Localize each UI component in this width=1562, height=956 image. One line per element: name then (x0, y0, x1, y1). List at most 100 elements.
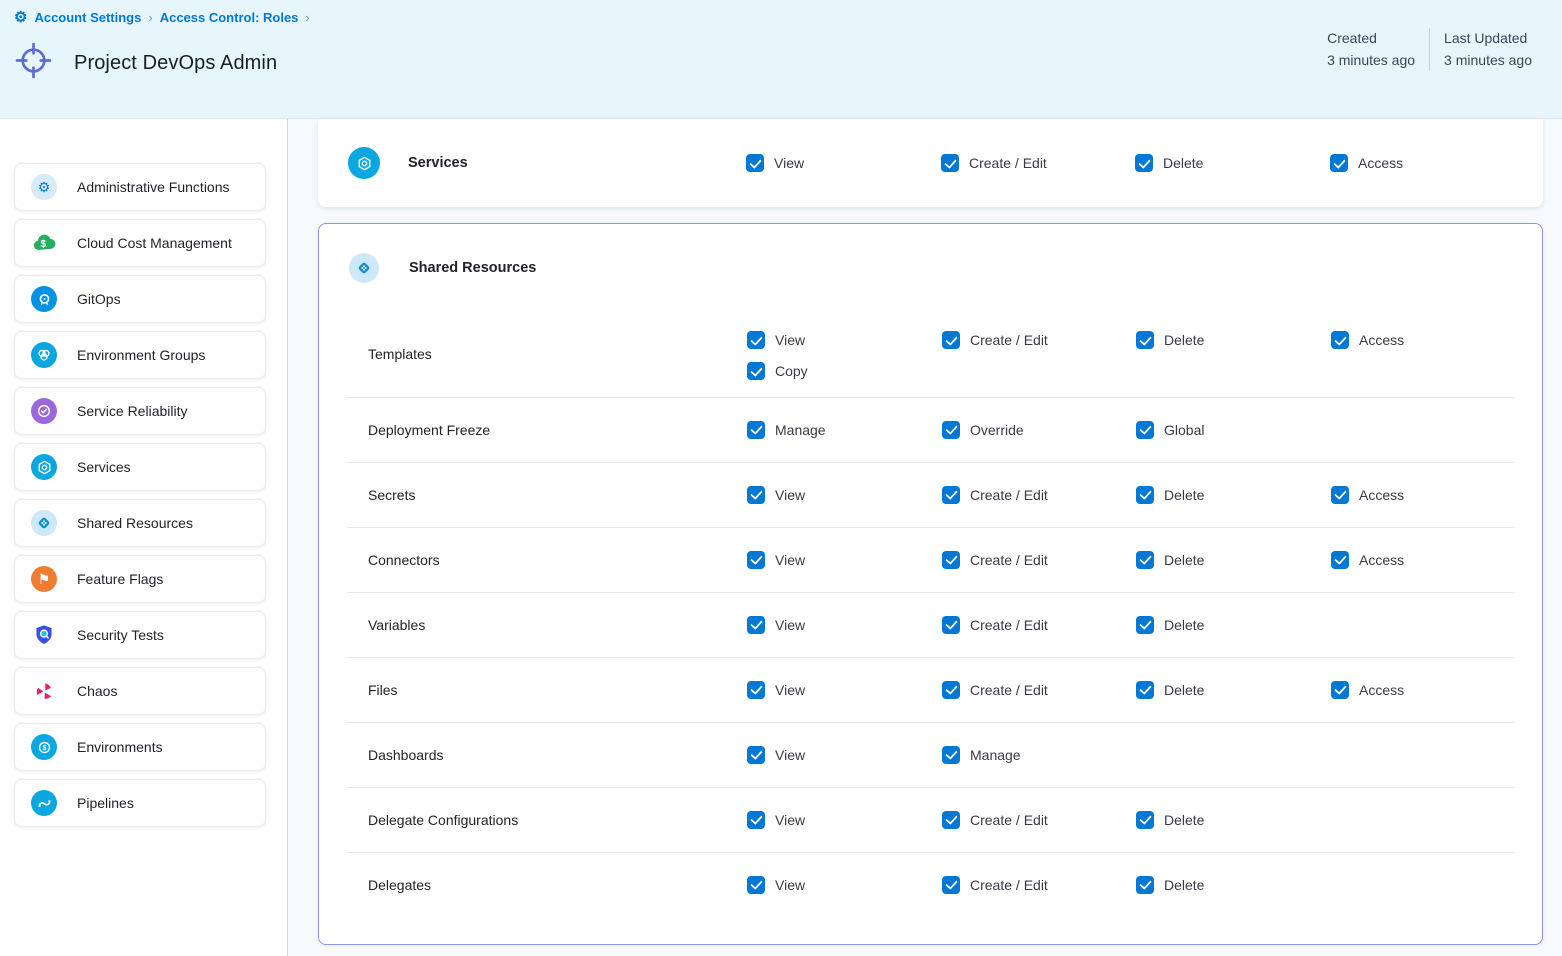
checked-checkbox-icon[interactable] (747, 681, 765, 699)
checked-checkbox-icon[interactable] (1331, 486, 1349, 504)
checked-checkbox-icon[interactable] (1331, 681, 1349, 699)
sidebar-item-chaos[interactable]: Chaos (14, 667, 266, 715)
checked-checkbox-icon[interactable] (942, 876, 960, 894)
cloud-dollar-icon: $ (31, 230, 57, 256)
sidebar-item-gitops[interactable]: GitOps (14, 275, 266, 323)
permission-cell: Delete (1136, 657, 1204, 722)
permission-checkbox-delete[interactable]: Delete (1136, 331, 1204, 349)
permission-label: Access (1359, 332, 1404, 348)
permission-checkbox-global[interactable]: Global (1136, 421, 1204, 439)
checked-checkbox-icon[interactable] (1136, 681, 1154, 699)
permission-label: Create / Edit (970, 617, 1048, 633)
permission-checkbox-override[interactable]: Override (942, 421, 1024, 439)
sidebar-item-services[interactable]: Services (14, 443, 266, 491)
checked-checkbox-icon[interactable] (747, 876, 765, 894)
sidebar-item-environments[interactable]: $Environments (14, 723, 266, 771)
sidebar-item-cloud-cost-management[interactable]: $Cloud Cost Management (14, 219, 266, 267)
checked-checkbox-icon[interactable] (747, 746, 765, 764)
permission-checkbox-manage[interactable]: Manage (942, 746, 1021, 764)
checked-checkbox-icon[interactable] (746, 154, 764, 172)
permission-checkbox-view[interactable]: View (747, 486, 805, 504)
permission-cell: Access (1331, 657, 1404, 722)
permission-checkbox-delete[interactable]: Delete (1135, 154, 1203, 172)
permission-checkbox-delete[interactable]: Delete (1136, 681, 1204, 699)
checked-checkbox-icon[interactable] (1136, 551, 1154, 569)
breadcrumb-access-control-roles[interactable]: Access Control: Roles (160, 10, 299, 25)
permissions-panel: Services ViewCreate / EditDeleteAccess S… (289, 119, 1562, 956)
checked-checkbox-icon[interactable] (747, 421, 765, 439)
resource-row-dashboards: DashboardsViewManage (319, 722, 1542, 787)
sidebar-item-security-tests[interactable]: Security Tests (14, 611, 266, 659)
permission-checkbox-view[interactable]: View (747, 616, 805, 634)
permission-label: Delete (1164, 877, 1204, 893)
sidebar-item-feature-flags[interactable]: ⚑Feature Flags (14, 555, 266, 603)
shared-resources-icon (349, 253, 379, 283)
checked-checkbox-icon[interactable] (747, 551, 765, 569)
breadcrumb-account-settings[interactable]: Account Settings (34, 10, 141, 25)
checked-checkbox-icon[interactable] (1136, 811, 1154, 829)
checked-checkbox-icon[interactable] (942, 681, 960, 699)
checked-checkbox-icon[interactable] (1135, 154, 1153, 172)
checked-checkbox-icon[interactable] (747, 362, 765, 380)
permission-checkbox-view[interactable]: View (747, 331, 808, 349)
permission-checkbox-view[interactable]: View (747, 876, 805, 894)
permission-cell: Delete (1136, 527, 1204, 592)
permission-checkbox-manage[interactable]: Manage (747, 421, 826, 439)
sidebar-item-service-reliability[interactable]: Service Reliability (14, 387, 266, 435)
permission-checkbox-delete[interactable]: Delete (1136, 876, 1204, 894)
services-hexagon-icon (31, 454, 57, 480)
sidebar-item-label: Environment Groups (77, 347, 205, 363)
checked-checkbox-icon[interactable] (1136, 331, 1154, 349)
checked-checkbox-icon[interactable] (747, 331, 765, 349)
permission-cell: Create / Edit (942, 787, 1048, 852)
checked-checkbox-icon[interactable] (942, 746, 960, 764)
permission-checkbox-access[interactable]: Access (1331, 486, 1404, 504)
sidebar-item-pipelines[interactable]: Pipelines (14, 779, 266, 827)
permission-checkbox-create-edit[interactable]: Create / Edit (942, 486, 1048, 504)
sidebar-item-environment-groups[interactable]: Environment Groups (14, 331, 266, 379)
checked-checkbox-icon[interactable] (942, 551, 960, 569)
permission-checkbox-view[interactable]: View (747, 681, 805, 699)
checked-checkbox-icon[interactable] (747, 486, 765, 504)
permission-checkbox-delete[interactable]: Delete (1136, 616, 1204, 634)
checked-checkbox-icon[interactable] (1331, 551, 1349, 569)
permission-checkbox-access[interactable]: Access (1330, 154, 1403, 172)
permission-checkbox-create-edit[interactable]: Create / Edit (942, 331, 1048, 349)
permission-checkbox-delete[interactable]: Delete (1136, 486, 1204, 504)
permission-checkbox-delete[interactable]: Delete (1136, 551, 1204, 569)
permission-checkbox-create-edit[interactable]: Create / Edit (942, 616, 1048, 634)
permission-checkbox-access[interactable]: Access (1331, 681, 1404, 699)
checked-checkbox-icon[interactable] (942, 616, 960, 634)
sidebar-item-shared-resources[interactable]: Shared Resources (14, 499, 266, 547)
sidebar-item-administrative-functions[interactable]: ⚙Administrative Functions (14, 163, 266, 211)
checked-checkbox-icon[interactable] (1136, 421, 1154, 439)
permission-checkbox-access[interactable]: Access (1331, 551, 1404, 569)
permission-checkbox-create-edit[interactable]: Create / Edit (942, 876, 1048, 894)
checked-checkbox-icon[interactable] (942, 421, 960, 439)
checked-checkbox-icon[interactable] (747, 616, 765, 634)
checked-checkbox-icon[interactable] (1136, 616, 1154, 634)
permission-checkbox-create-edit[interactable]: Create / Edit (942, 551, 1048, 569)
permission-checkbox-view[interactable]: View (747, 551, 805, 569)
checked-checkbox-icon[interactable] (942, 486, 960, 504)
permission-checkbox-create-edit[interactable]: Create / Edit (942, 681, 1048, 699)
checked-checkbox-icon[interactable] (1136, 486, 1154, 504)
services-section-title: Services (408, 155, 468, 171)
checked-checkbox-icon[interactable] (942, 811, 960, 829)
permission-checkbox-access[interactable]: Access (1331, 331, 1404, 349)
permission-label: View (775, 812, 805, 828)
permission-checkbox-delete[interactable]: Delete (1136, 811, 1204, 829)
permission-label: View (775, 682, 805, 698)
checked-checkbox-icon[interactable] (747, 811, 765, 829)
permission-checkbox-copy[interactable]: Copy (747, 362, 808, 380)
permission-checkbox-view[interactable]: View (746, 154, 804, 172)
permission-checkbox-view[interactable]: View (747, 746, 805, 764)
checked-checkbox-icon[interactable] (941, 154, 959, 172)
permission-checkbox-create-edit[interactable]: Create / Edit (942, 811, 1048, 829)
checked-checkbox-icon[interactable] (942, 331, 960, 349)
permission-checkbox-view[interactable]: View (747, 811, 805, 829)
checked-checkbox-icon[interactable] (1331, 331, 1349, 349)
checked-checkbox-icon[interactable] (1330, 154, 1348, 172)
permission-checkbox-create-edit[interactable]: Create / Edit (941, 154, 1047, 172)
checked-checkbox-icon[interactable] (1136, 876, 1154, 894)
